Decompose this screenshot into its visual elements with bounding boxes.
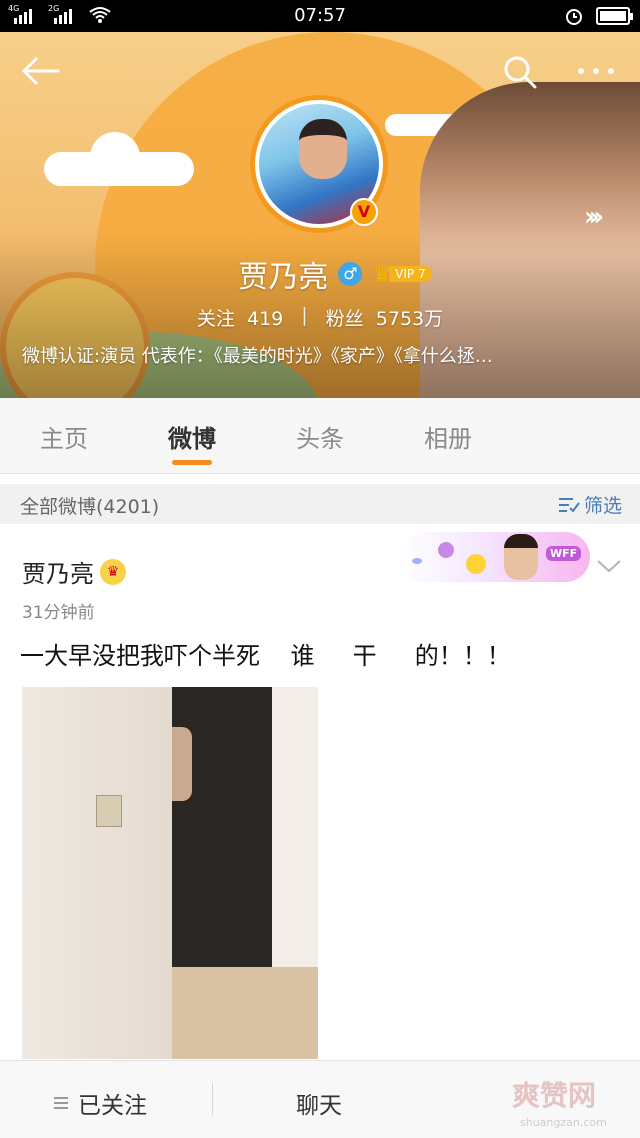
watermark-url: shuangzan.com xyxy=(520,1116,607,1129)
post-text: 一大早没把我吓个半死 谁 干 的！！！ xyxy=(20,642,511,670)
watermark-logo: 爽赞网 xyxy=(512,1079,597,1112)
verified-badge-icon: V xyxy=(350,198,378,226)
chat-button[interactable]: 聊天 xyxy=(296,1086,342,1120)
back-arrow-icon[interactable] xyxy=(20,56,60,86)
profile-tabs: 主页 微博 头条 相册 xyxy=(0,398,640,474)
post-image[interactable] xyxy=(22,687,318,1059)
search-icon[interactable] xyxy=(502,54,538,90)
profile-stats: 关注 419 | 粉丝 5753万 xyxy=(196,304,444,331)
tab-weibo[interactable]: 微博 xyxy=(128,398,256,473)
tab-album[interactable]: 相册 xyxy=(384,398,512,473)
alarm-icon xyxy=(566,9,582,25)
post-card[interactable]: WFF 贾乃亮 ♛ 31分钟前 一大早没把我吓个半死 谁 干 的！！！ xyxy=(0,524,640,1060)
filter-bar: 全部微博(4201) 筛选 xyxy=(0,484,640,524)
filter-icon xyxy=(558,497,580,513)
crown-icon: ♛ xyxy=(100,558,126,585)
chevron-down-icon[interactable] xyxy=(596,556,622,576)
tab-home[interactable]: 主页 xyxy=(0,398,128,473)
profile-name-row: 贾乃亮 ♂ ♛ VIP 7 xyxy=(0,252,640,296)
post-author[interactable]: 贾乃亮 ♛ xyxy=(22,554,126,589)
male-gender-icon: ♂ xyxy=(338,262,363,286)
menu-icon xyxy=(54,1097,68,1109)
battery-icon xyxy=(596,7,633,25)
followed-button[interactable]: 已关注 xyxy=(54,1086,147,1120)
verification-text[interactable]: 微博认证:演员 代表作：《最美的时光》《家产》《拿什么拯… xyxy=(22,342,612,368)
expand-cover-icon[interactable]: ››› xyxy=(584,202,604,232)
post-count-label: 全部微博(4201) xyxy=(20,496,160,518)
clock: 07:57 xyxy=(294,5,346,26)
status-bar: 4G 2G 07:57 xyxy=(0,0,640,32)
post-card-banner[interactable]: WFF xyxy=(400,532,590,582)
filter-button[interactable]: 筛选 xyxy=(558,491,622,518)
fans-stat[interactable]: 粉丝 5753万 xyxy=(326,304,443,331)
following-stat[interactable]: 关注 419 xyxy=(197,304,283,331)
profile-name: 贾乃亮 xyxy=(238,260,329,295)
tab-headlines[interactable]: 头条 xyxy=(256,398,384,473)
post-timestamp: 31分钟前 xyxy=(22,603,95,623)
vip-badge[interactable]: ♛ VIP 7 xyxy=(372,262,432,287)
more-options-icon[interactable] xyxy=(578,62,622,80)
